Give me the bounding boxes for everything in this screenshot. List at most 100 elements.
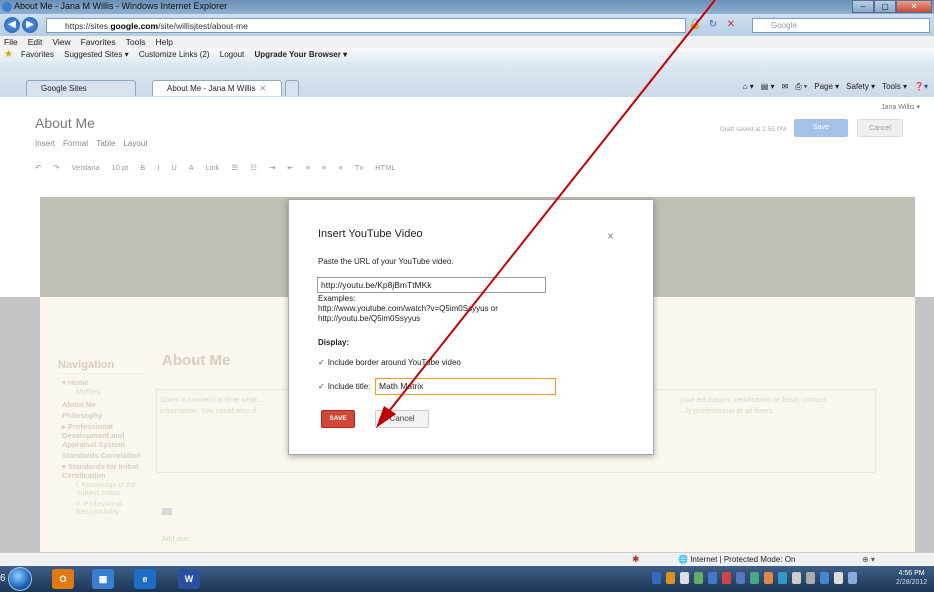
tools-menu[interactable]: Tools ▾ [882, 82, 907, 92]
refresh-icon[interactable]: ↻ [706, 18, 720, 32]
tray-icon[interactable] [764, 572, 773, 584]
menu-edit[interactable]: Edit [28, 36, 43, 48]
border-option[interactable]: ✓ Include border around YouTube video [318, 358, 461, 367]
stop-icon[interactable]: ✕ [724, 18, 738, 32]
forward-button-icon[interactable]: ▶ [22, 17, 38, 33]
align-left-icon[interactable]: ≡ [306, 163, 310, 172]
nav-item-myfiles[interactable]: MyFiles [76, 389, 148, 397]
taskbar-outlook[interactable]: O [52, 569, 74, 589]
outdent-icon[interactable]: ⇤ [287, 163, 293, 172]
taskbar-explorer[interactable]: ▦ [92, 569, 114, 589]
italic-icon[interactable]: I [157, 163, 159, 172]
add-item-link[interactable]: Add item [162, 536, 190, 543]
menu-table[interactable]: Table [96, 139, 115, 148]
tray-icon[interactable] [680, 572, 689, 584]
start-button-icon[interactable] [8, 567, 32, 591]
link-button[interactable]: Link [206, 163, 220, 172]
close-icon[interactable]: × [607, 229, 614, 243]
menu-help[interactable]: Help [155, 36, 172, 48]
menu-format[interactable]: Format [63, 139, 88, 148]
tray-icon[interactable] [806, 572, 815, 584]
redo-icon[interactable]: ↷ [53, 163, 59, 172]
back-button-icon[interactable]: ◀ [4, 17, 20, 33]
font-select[interactable]: Verdana [72, 163, 100, 172]
minimize-button[interactable]: – [852, 0, 874, 13]
tab-about-me[interactable]: About Me - Jana M Willis ✕ [152, 80, 282, 96]
close-window-button[interactable]: ✕ [896, 0, 932, 13]
fav-suggested-sites[interactable]: Suggested Sites ▾ [64, 50, 129, 59]
dialog-cancel-button[interactable]: Cancel [375, 410, 429, 428]
fav-logout[interactable]: Logout [220, 50, 244, 59]
tray-icon[interactable] [722, 572, 731, 584]
tray-icon[interactable] [778, 572, 787, 584]
feeds-icon[interactable]: ▤ ▾ [761, 82, 775, 92]
title-option[interactable]: ✓ Include title: [318, 382, 370, 391]
tray-icon[interactable] [736, 572, 745, 584]
taskbar-ie[interactable]: e [134, 569, 156, 589]
tray-icon[interactable] [652, 572, 661, 584]
page-menu[interactable]: Page ▾ [814, 82, 839, 92]
clock[interactable]: 4:56 PM 2/28/2012 [896, 569, 927, 587]
nav-item-home[interactable]: ▾ Home [62, 378, 148, 387]
checkmark-icon[interactable]: ✓ [318, 358, 325, 367]
menu-view[interactable]: View [52, 36, 70, 48]
security-zone[interactable]: 🌐 Internet | Protected Mode: On [678, 555, 795, 564]
tray-icon[interactable] [708, 572, 717, 584]
tray-icon[interactable] [666, 572, 675, 584]
tray-icon[interactable] [820, 572, 829, 584]
dialog-save-button[interactable]: SAVE [321, 410, 355, 428]
nav-item-philosophy[interactable]: Philosophy [62, 411, 148, 420]
tab-google-sites[interactable]: Google Sites [26, 80, 136, 96]
mail-icon[interactable]: ✉ [782, 82, 789, 92]
font-size-select[interactable]: 10 pt [112, 163, 129, 172]
bulleted-list-icon[interactable]: ☷ [250, 163, 257, 172]
align-right-icon[interactable]: ≡ [338, 163, 342, 172]
nav-item-pdas[interactable]: ▸ Professional Development and Appraisal… [62, 422, 148, 449]
search-input[interactable]: Google [752, 18, 930, 33]
youtube-url-input[interactable]: http://youtu.be/Kp8jBmTtMKk [317, 277, 546, 293]
page-cancel-button[interactable]: Cancel [857, 119, 903, 137]
menu-tools[interactable]: Tools [126, 36, 146, 48]
safety-menu[interactable]: Safety ▾ [846, 82, 875, 92]
indent-icon[interactable]: ⇥ [269, 163, 275, 172]
print-icon[interactable]: ⎙ ▾ [795, 82, 807, 92]
tray-icon[interactable] [848, 572, 857, 584]
nav-item-professional-responsibility[interactable]: II. Professional Responsibility [76, 501, 148, 517]
maximize-button[interactable]: ▢ [874, 0, 896, 13]
page-save-button[interactable]: Save [794, 119, 848, 137]
user-menu[interactable]: Jana Willis ▾ [881, 103, 920, 111]
clear-format-icon[interactable]: Tx [355, 163, 363, 172]
close-tab-icon[interactable]: ✕ [259, 84, 266, 93]
menu-insert[interactable]: Insert [35, 139, 55, 148]
nav-item-standards-correlation[interactable]: Standards Correlation [62, 451, 148, 460]
new-tab-button[interactable] [285, 80, 299, 96]
bold-icon[interactable]: B [140, 163, 145, 172]
nav-item-about-me[interactable]: About Me [62, 400, 148, 409]
video-title-input[interactable]: Math Matrix [375, 378, 556, 395]
taskbar-word[interactable]: W [178, 569, 200, 589]
help-icon[interactable]: ❓▾ [914, 82, 928, 92]
undo-icon[interactable]: ↶ [35, 163, 41, 172]
underline-icon[interactable]: U [171, 163, 176, 172]
numbered-list-icon[interactable]: ☰ [232, 163, 239, 172]
lock-icon[interactable]: 🔒 [688, 18, 702, 32]
fav-customize-links[interactable]: Customize Links (2) [139, 50, 210, 59]
tray-icon[interactable] [694, 572, 703, 584]
checkmark-icon[interactable]: ✓ [318, 382, 325, 391]
html-button[interactable]: HTML [375, 163, 395, 172]
text-color-icon[interactable]: A [189, 163, 194, 172]
tray-icon[interactable] [792, 572, 801, 584]
tray-icon[interactable] [750, 572, 759, 584]
menu-favorites[interactable]: Favorites [81, 36, 116, 48]
menu-file[interactable]: File [4, 36, 18, 48]
zoom-control[interactable]: ⊕ ▾ [862, 555, 875, 564]
favorites-button[interactable]: Favorites [21, 50, 54, 59]
menu-layout[interactable]: Layout [123, 139, 147, 148]
nav-item-knowledge[interactable]: I. Knowledge of the Subject Matter [76, 482, 148, 498]
nav-item-initial-certification[interactable]: ▾ Standards for Initial Certification [62, 462, 148, 480]
tray-icon[interactable] [834, 572, 843, 584]
address-bar[interactable]: https://sites.google.com/site/willisjtes… [46, 18, 686, 33]
fav-upgrade-browser[interactable]: Upgrade Your Browser ▾ [254, 50, 347, 59]
align-center-icon[interactable]: ≡ [322, 163, 326, 172]
home-icon[interactable]: ⌂ ▾ [743, 82, 754, 92]
